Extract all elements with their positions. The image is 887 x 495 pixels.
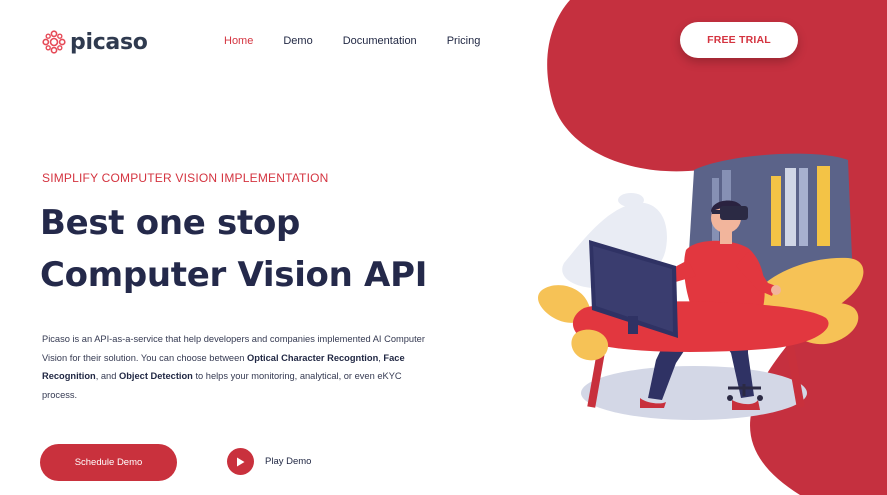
play-demo-button[interactable]: Play Demo (227, 448, 311, 475)
nav-item-documentation[interactable]: Documentation (343, 35, 417, 47)
nav-item-demo[interactable]: Demo (283, 35, 312, 47)
hero-headline-line-1: Best one stop (40, 203, 301, 243)
schedule-demo-button[interactable]: Schedule Demo (40, 444, 177, 481)
desc-text-3: , and (95, 371, 119, 381)
feature-object-detection: Object Detection (118, 371, 193, 381)
hero-headline-line-2: Computer Vision API (40, 255, 428, 295)
main-nav: Home Demo Documentation Pricing (224, 35, 510, 47)
feature-ocr: Optical Character Recogntion (247, 352, 379, 363)
free-trial-button[interactable]: FREE TRIAL (680, 22, 798, 58)
logo[interactable]: picaso (42, 27, 148, 57)
play-demo-label: Play Demo (265, 456, 312, 467)
hero-description: Picaso is an API-as-a-service that help … (42, 330, 432, 404)
play-icon (227, 448, 254, 475)
vr-user-at-desk-illustration (537, 153, 864, 420)
hero-headline: Best one stop Computer Vision API (40, 197, 500, 301)
nav-item-home[interactable]: Home (224, 35, 253, 47)
flower-dots-logo-icon (42, 30, 66, 54)
hero-eyebrow: SIMPLIFY COMPUTER VISION IMPLEMENTATION (42, 171, 329, 185)
nav-item-pricing[interactable]: Pricing (447, 35, 481, 47)
logo-text: picaso (70, 29, 148, 55)
